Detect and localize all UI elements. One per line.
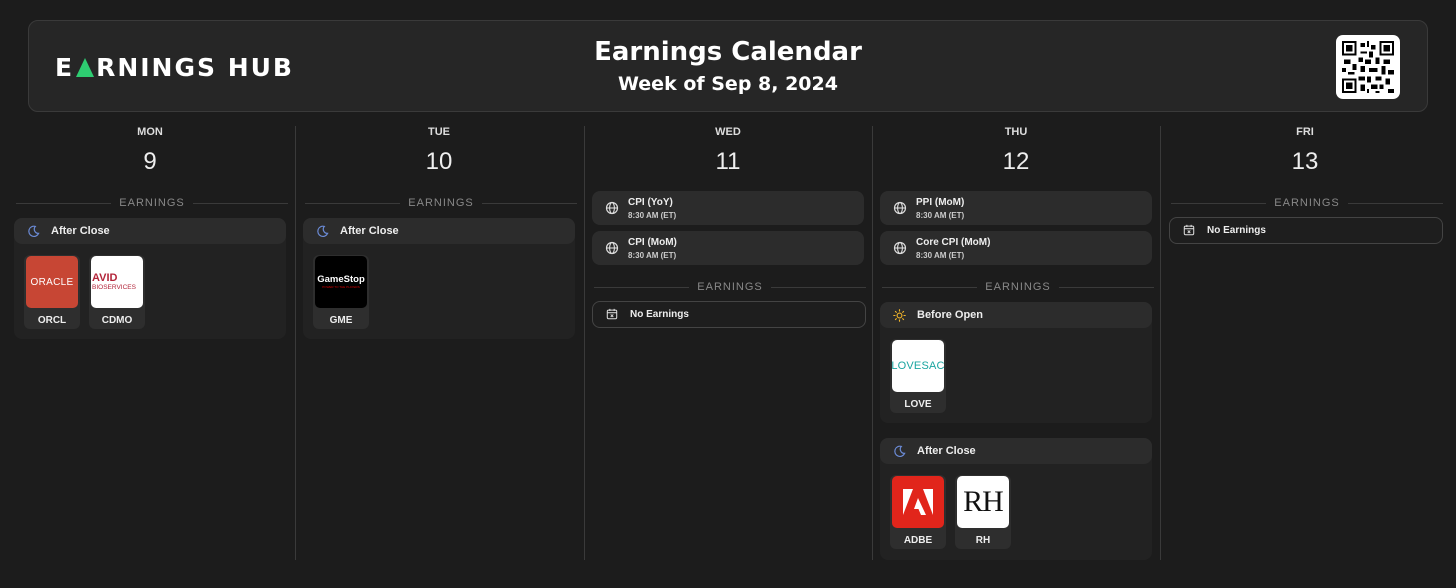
earnings-section-label: EARNINGS [16, 196, 288, 210]
earnings-section-label: EARNINGS [305, 196, 577, 210]
event-name: Core CPI (MoM) [916, 237, 991, 248]
adobe-logo: A [892, 476, 944, 528]
oracle-logo: ORACLE [26, 256, 78, 308]
rh-logo: RH [957, 476, 1009, 528]
page-subtitle: Week of Sep 8, 2024 [618, 73, 838, 95]
event-time: 8:30 AM (ET) [628, 211, 677, 220]
event-time: 8:30 AM (ET) [916, 251, 965, 260]
day-of-week: FRI [1296, 126, 1314, 138]
globe-icon [893, 241, 907, 255]
after-close-label: After Close [340, 225, 399, 237]
after-close-header[interactable]: After Close [880, 438, 1152, 464]
event-name: PPI (MoM) [916, 197, 965, 208]
ticker-symbol: ORCL [37, 315, 67, 326]
day-number: 9 [143, 148, 157, 175]
ticker-tile-gme[interactable]: GameStop POWER TO THE PLAYERS GME [313, 255, 369, 329]
ticker-tile-orcl[interactable]: ORACLE ORCL [24, 255, 80, 329]
day-of-week: MON [137, 126, 163, 138]
after-close-card: After Close ORACLE ORCL AVID BIOSERVICES… [14, 218, 286, 339]
qr-code-icon[interactable] [1336, 35, 1400, 99]
earnings-section-label: EARNINGS [594, 280, 866, 294]
day-number: 13 [1291, 148, 1319, 175]
after-close-card: After Close GameStop POWER TO THE PLAYER… [303, 218, 575, 339]
economic-event[interactable]: PPI (MoM) 8:30 AM (ET) [880, 191, 1152, 225]
no-earnings-notice: No Earnings [1169, 217, 1443, 244]
economic-event[interactable]: Core CPI (MoM) 8:30 AM (ET) [880, 231, 1152, 265]
day-column-fri: FRI 13 EARNINGS No Earnings [1161, 126, 1449, 560]
page-title: Earnings Calendar [594, 37, 862, 67]
after-close-card: After Close A ADBE RH RH [880, 438, 1152, 560]
before-open-label: Before Open [917, 309, 984, 321]
globe-icon [605, 201, 619, 215]
ticker-tile-cdmo[interactable]: AVID BIOSERVICES CDMO [89, 255, 145, 329]
day-column-tue: TUE 10 EARNINGS After Close GameStop POW… [295, 126, 583, 560]
moon-icon [315, 224, 329, 238]
globe-icon [605, 241, 619, 255]
ticker-symbol: LOVE [904, 399, 932, 410]
sun-icon [892, 308, 906, 322]
before-open-header[interactable]: Before Open [880, 302, 1152, 328]
earnings-section-label: EARNINGS [1171, 196, 1443, 210]
event-name: CPI (YoY) [628, 197, 673, 208]
calendar-x-icon [1183, 224, 1197, 238]
gamestop-logo: GameStop POWER TO THE PLAYERS [315, 256, 367, 308]
day-column-mon: MON 9 EARNINGS After Close ORACLE ORCL A… [6, 126, 294, 560]
no-earnings-notice: No Earnings [592, 301, 866, 328]
lovesac-logo: LOVESAC [892, 340, 944, 392]
ticker-symbol: ADBE [903, 535, 933, 546]
after-close-label: After Close [917, 445, 976, 457]
event-time: 8:30 AM (ET) [628, 251, 677, 260]
after-close-header[interactable]: After Close [303, 218, 575, 244]
day-column-wed: WED 11 CPI (YoY) 8:30 AM (ET) CPI (MoM) … [584, 126, 872, 560]
calendar-x-icon [606, 308, 620, 322]
moon-icon [26, 224, 40, 238]
moon-icon [892, 444, 906, 458]
ticker-symbol: GME [329, 315, 353, 326]
economic-event[interactable]: CPI (MoM) 8:30 AM (ET) [592, 231, 864, 265]
page-header: E RNINGS HUB Earnings Calendar Week of S… [28, 20, 1428, 112]
day-of-week: TUE [428, 126, 450, 138]
day-of-week: WED [715, 126, 741, 138]
day-of-week: THU [1004, 126, 1028, 138]
ticker-tile-rh[interactable]: RH RH [955, 475, 1011, 549]
avid-bioservices-logo: AVID BIOSERVICES [91, 256, 143, 308]
day-column-thu: THU 12 PPI (MoM) 8:30 AM (ET) Core CPI (… [872, 126, 1160, 560]
globe-icon [893, 201, 907, 215]
economic-event[interactable]: CPI (YoY) 8:30 AM (ET) [592, 191, 864, 225]
ticker-symbol: CDMO [101, 315, 133, 326]
event-name: CPI (MoM) [628, 237, 677, 248]
day-number: 12 [1002, 148, 1030, 175]
day-number: 11 [715, 148, 741, 175]
after-close-label: After Close [51, 225, 110, 237]
earnings-section-label: EARNINGS [882, 280, 1154, 294]
ticker-symbol: RH [975, 535, 991, 546]
ticker-tile-adbe[interactable]: A ADBE [890, 475, 946, 549]
before-open-card: Before Open LOVESAC LOVE [880, 302, 1152, 423]
day-number: 10 [425, 148, 453, 175]
ticker-tile-love[interactable]: LOVESAC LOVE [890, 339, 946, 413]
event-time: 8:30 AM (ET) [916, 211, 965, 220]
after-close-header[interactable]: After Close [14, 218, 286, 244]
